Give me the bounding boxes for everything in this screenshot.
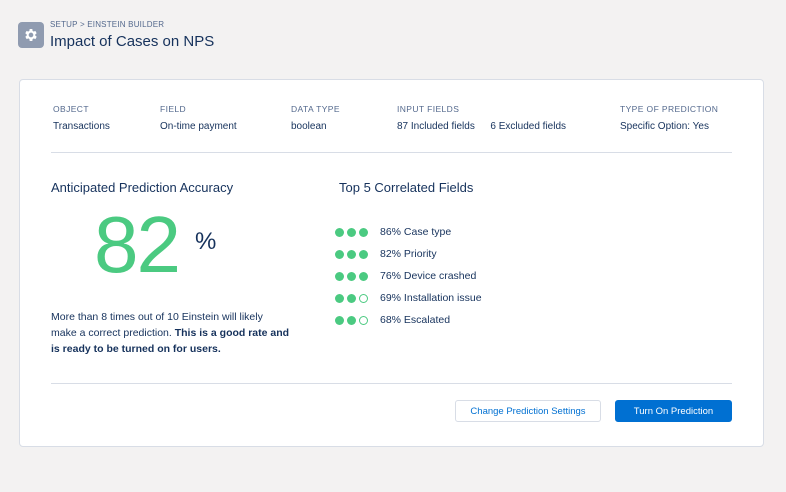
meta-data-type-value: boolean [291, 121, 327, 132]
list-item: 68% Escalated [335, 309, 482, 331]
filled-dot-icon [335, 249, 344, 259]
filled-dot-icon [347, 271, 356, 281]
correlation-strength-indicator [335, 271, 374, 281]
excluded-fields-link[interactable]: 6 Excluded fields [490, 121, 566, 132]
accuracy-unit: % [195, 228, 217, 255]
change-prediction-settings-button[interactable]: Change Prediction Settings [455, 400, 601, 422]
correlation-strength-indicator [335, 315, 374, 325]
filled-dot-icon [335, 315, 344, 325]
meta-data-type: DATA TYPE boolean [291, 104, 340, 132]
accuracy-title: Anticipated Prediction Accuracy [51, 180, 234, 195]
list-item: 69% Installation issue [335, 287, 482, 309]
page-title: Impact of Cases on NPS [50, 33, 215, 50]
correlated-field-label: 76% Device crashed [380, 270, 477, 282]
list-item: 76% Device crashed [335, 265, 482, 287]
correlation-strength-indicator [335, 293, 374, 303]
turn-on-prediction-button[interactable]: Turn On Prediction [615, 400, 732, 422]
empty-dot-icon [359, 315, 368, 325]
filled-dot-icon [359, 271, 368, 281]
meta-field-label: FIELD [160, 104, 187, 114]
page-header: SETUP > EINSTEIN BUILDER Impact of Cases… [18, 20, 214, 52]
filled-dot-icon [359, 227, 368, 237]
correlation-strength-indicator [335, 227, 374, 237]
correlated-field-label: 68% Escalated [380, 314, 451, 326]
meta-object-label: OBJECT [53, 104, 89, 114]
breadcrumb[interactable]: SETUP > EINSTEIN BUILDER [50, 19, 214, 31]
meta-input-fields-label: INPUT FIELDS [397, 104, 460, 114]
correlated-fields-title: Top 5 Correlated Fields [339, 180, 474, 195]
correlated-field-label: 86% Case type [380, 226, 452, 238]
accuracy-description: More than 8 times out of 10 Einstein wil… [51, 309, 291, 357]
filled-dot-icon [347, 227, 356, 237]
filled-dot-icon [335, 293, 344, 303]
divider [51, 383, 732, 384]
filled-dot-icon [335, 227, 344, 237]
empty-dot-icon [359, 293, 368, 303]
correlated-field-label: 69% Installation issue [380, 292, 482, 304]
list-item: 82% Priority [335, 243, 482, 265]
list-item: 86% Case type [335, 221, 482, 243]
meta-prediction-type: TYPE OF PREDICTION Specific Option: Yes [620, 104, 718, 132]
gear-icon [18, 22, 44, 48]
meta-object-value: Transactions [53, 121, 110, 132]
filled-dot-icon [347, 315, 356, 325]
filled-dot-icon [335, 271, 344, 281]
divider [51, 152, 732, 153]
correlation-strength-indicator [335, 249, 374, 259]
meta-object: OBJECT Transactions [53, 104, 110, 132]
included-fields-link[interactable]: 87 Included fields [397, 121, 475, 132]
filled-dot-icon [359, 249, 368, 259]
meta-input-fields: INPUT FIELDS 87 Included fields 6 Exclud… [397, 104, 566, 132]
filled-dot-icon [347, 293, 356, 303]
correlated-field-label: 82% Priority [380, 248, 437, 260]
meta-data-type-label: DATA TYPE [291, 104, 340, 114]
meta-prediction-type-label: TYPE OF PREDICTION [620, 104, 719, 114]
meta-field-value: On-time payment [160, 121, 237, 132]
meta-field: FIELD On-time payment [160, 104, 237, 132]
meta-prediction-type-value: Specific Option: Yes [620, 121, 709, 132]
filled-dot-icon [347, 249, 356, 259]
correlated-fields-list: 86% Case type 82% Priority 76% Device cras… [335, 221, 482, 331]
accuracy-value: 82 [94, 200, 181, 289]
